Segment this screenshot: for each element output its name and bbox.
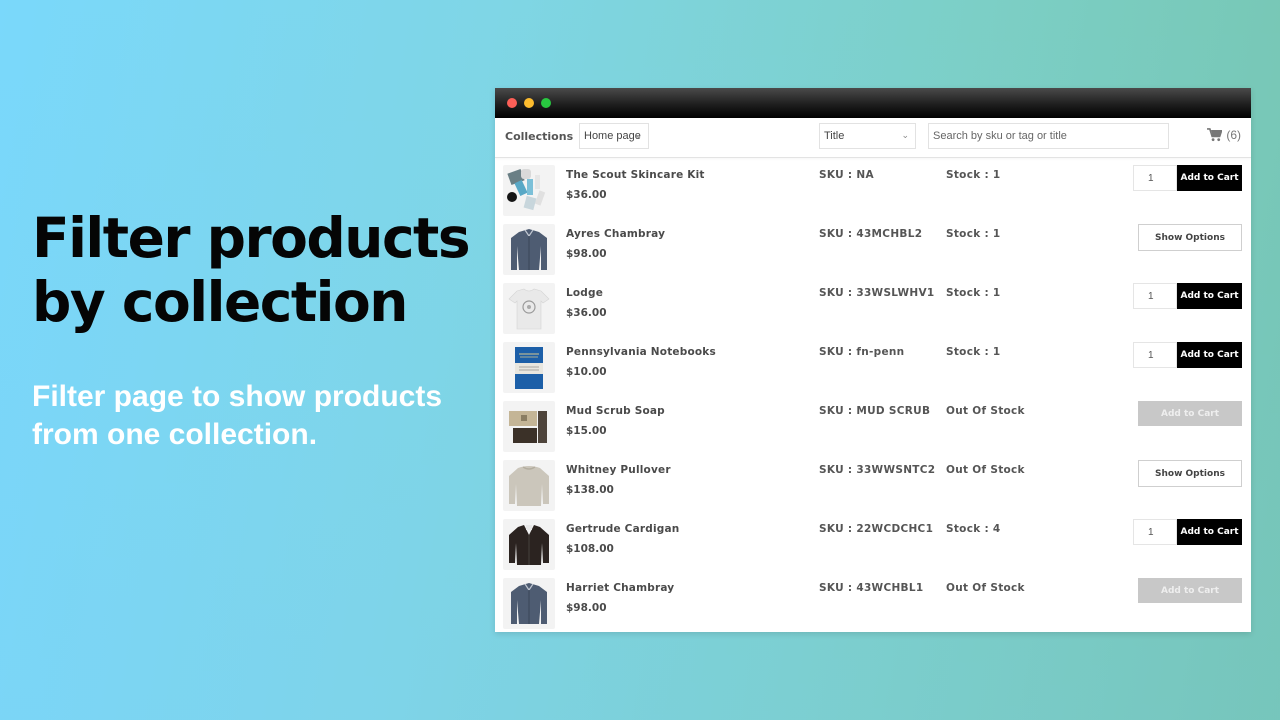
- collection-select[interactable]: Home page ⌄: [579, 123, 649, 149]
- search-field-select[interactable]: Title ⌄: [819, 123, 916, 149]
- product-name[interactable]: Ayres Chambray: [566, 228, 665, 240]
- show-options-button[interactable]: Show Options: [1138, 224, 1242, 251]
- quantity-input[interactable]: [1133, 342, 1177, 368]
- product-sku: SKU : 22WCDCHC1: [819, 523, 934, 535]
- add-to-cart-button-disabled: Add to Cart: [1138, 401, 1242, 426]
- filter-toolbar: Collections Home page ⌄ Title ⌄ (6): [495, 118, 1251, 158]
- product-stock: Out Of Stock: [946, 582, 1025, 594]
- product-image-black-cardigan[interactable]: [503, 519, 555, 570]
- product-price: $138.00: [566, 484, 614, 496]
- close-window-button[interactable]: [507, 98, 517, 108]
- product-name[interactable]: Whitney Pullover: [566, 464, 671, 476]
- search-field-select-value: Title: [824, 130, 845, 142]
- product-stock: Stock : 1: [946, 346, 1001, 358]
- product-row: Lodge $36.00 SKU : 33WSLWHV1 Stock : 1 A…: [495, 276, 1251, 335]
- product-image-grey-pullover[interactable]: [503, 460, 555, 511]
- quantity-input[interactable]: [1133, 283, 1177, 309]
- product-list: The Scout Skincare Kit $36.00 SKU : NA S…: [495, 158, 1251, 630]
- product-stock: Stock : 1: [946, 169, 1001, 181]
- add-to-cart-button[interactable]: Add to Cart: [1177, 165, 1242, 191]
- add-to-cart-button[interactable]: Add to Cart: [1177, 342, 1242, 368]
- search-input[interactable]: [928, 123, 1169, 149]
- hero-title: Filter products by collection: [32, 206, 471, 334]
- cart-icon: [1207, 128, 1223, 142]
- chevron-down-icon: ⌄: [901, 130, 909, 140]
- product-stock: Stock : 1: [946, 287, 1001, 299]
- product-row: Whitney Pullover $138.00 SKU : 33WWSNTC2…: [495, 453, 1251, 512]
- cart-button[interactable]: (6): [1207, 128, 1241, 142]
- add-to-cart-button[interactable]: Add to Cart: [1177, 283, 1242, 309]
- product-price: $36.00: [566, 189, 607, 201]
- product-price: $15.00: [566, 425, 607, 437]
- product-image-blue-notebook[interactable]: [503, 342, 555, 393]
- product-image-chambray-shirt[interactable]: [503, 578, 555, 629]
- product-price: $36.00: [566, 307, 607, 319]
- chevron-down-icon: ⌄: [634, 130, 642, 140]
- product-image-soap[interactable]: [503, 401, 555, 452]
- product-price: $98.00: [566, 602, 607, 614]
- product-row: The Scout Skincare Kit $36.00 SKU : NA S…: [495, 158, 1251, 217]
- maximize-window-button[interactable]: [541, 98, 551, 108]
- product-stock: Stock : 1: [946, 228, 1001, 240]
- hero: Filter products by collection Filter pag…: [32, 206, 482, 454]
- product-row: Gertrude Cardigan $108.00 SKU : 22WCDCHC…: [495, 512, 1251, 571]
- product-name[interactable]: Harriet Chambray: [566, 582, 674, 594]
- product-price: $98.00: [566, 248, 607, 260]
- product-name[interactable]: Mud Scrub Soap: [566, 405, 665, 417]
- product-sku: SKU : 43MCHBL2: [819, 228, 923, 240]
- product-name[interactable]: The Scout Skincare Kit: [566, 169, 705, 181]
- product-sku: SKU : 43WCHBL1: [819, 582, 924, 594]
- product-name[interactable]: Gertrude Cardigan: [566, 523, 679, 535]
- title-bar: [495, 88, 1251, 118]
- product-image-white-tshirt[interactable]: [503, 283, 555, 334]
- add-to-cart-button-disabled: Add to Cart: [1138, 578, 1242, 603]
- product-image-chambray-shirt[interactable]: [503, 224, 555, 275]
- hero-subtitle: Filter page to show products from one co…: [32, 380, 443, 451]
- product-row: Pennsylvania Notebooks $10.00 SKU : fn-p…: [495, 335, 1251, 394]
- collections-label: Collections: [505, 130, 574, 143]
- cart-count: (6): [1226, 128, 1241, 142]
- product-stock: Out Of Stock: [946, 464, 1025, 476]
- minimize-window-button[interactable]: [524, 98, 534, 108]
- product-price: $108.00: [566, 543, 614, 555]
- product-sku: SKU : NA: [819, 169, 874, 181]
- product-row: Ayres Chambray $98.00 SKU : 43MCHBL2 Sto…: [495, 217, 1251, 276]
- app-window: Collections Home page ⌄ Title ⌄ (6) The …: [495, 88, 1251, 632]
- quantity-input[interactable]: [1133, 519, 1177, 545]
- product-name[interactable]: Pennsylvania Notebooks: [566, 346, 716, 358]
- product-stock: Out Of Stock: [946, 405, 1025, 417]
- add-to-cart-button[interactable]: Add to Cart: [1177, 519, 1242, 545]
- product-name[interactable]: Lodge: [566, 287, 603, 299]
- quantity-input[interactable]: [1133, 165, 1177, 191]
- product-sku: SKU : MUD SCRUB: [819, 405, 931, 417]
- product-sku: SKU : 33WWSNTC2: [819, 464, 936, 476]
- product-row: Mud Scrub Soap $15.00 SKU : MUD SCRUB Ou…: [495, 394, 1251, 453]
- product-stock: Stock : 4: [946, 523, 1001, 535]
- product-sku: SKU : fn-penn: [819, 346, 905, 358]
- show-options-button[interactable]: Show Options: [1138, 460, 1242, 487]
- product-price: $10.00: [566, 366, 607, 378]
- product-image-skincare-kit[interactable]: [503, 165, 555, 216]
- product-row: Harriet Chambray $98.00 SKU : 43WCHBL1 O…: [495, 571, 1251, 630]
- product-sku: SKU : 33WSLWHV1: [819, 287, 935, 299]
- collection-select-value: Home page: [584, 130, 641, 142]
